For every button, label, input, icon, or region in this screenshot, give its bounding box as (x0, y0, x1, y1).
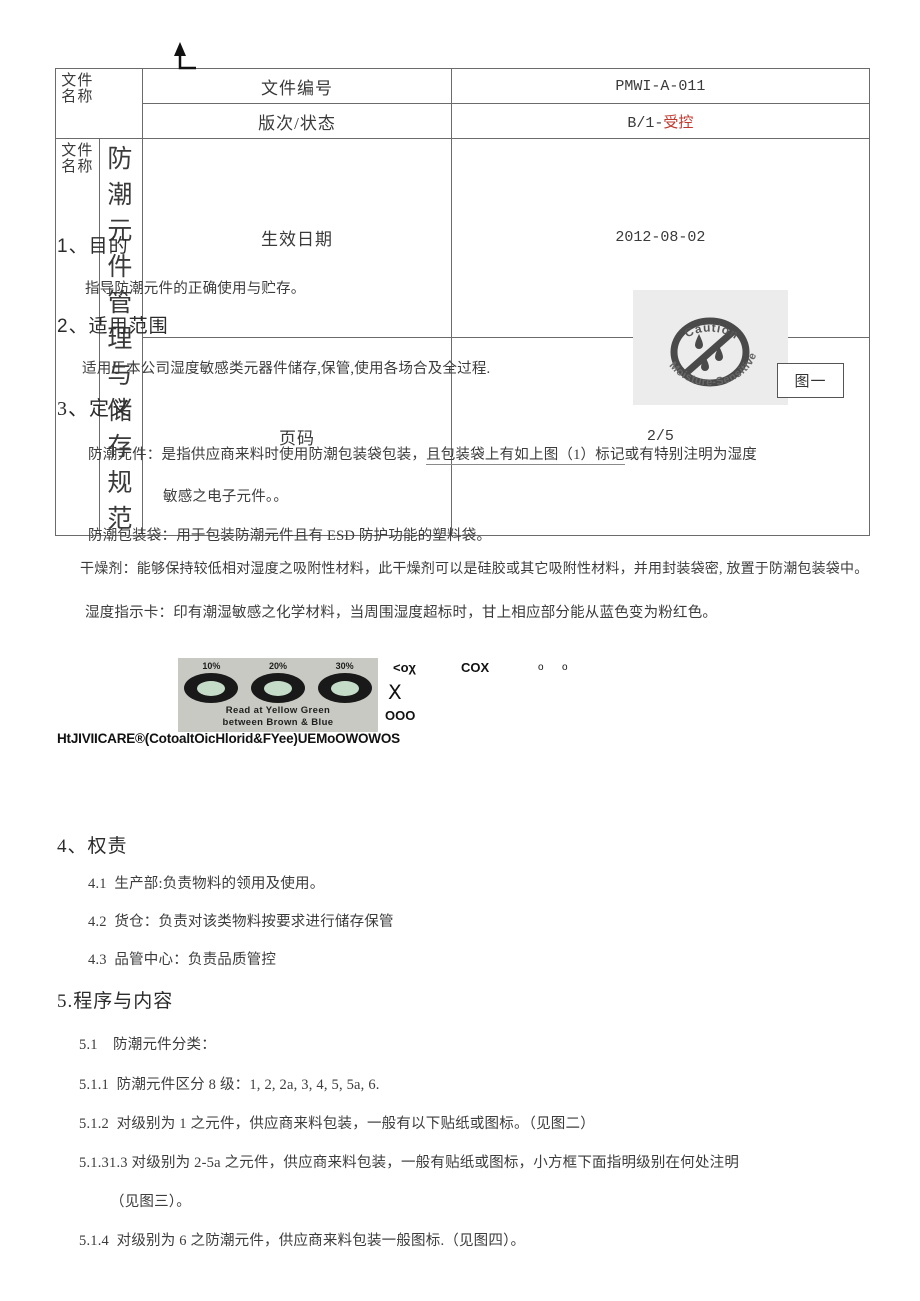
item-5-1-4-number: 5.1.4 (79, 1233, 109, 1249)
section-5-heading: 5.程序与内容 (57, 991, 174, 1012)
section-3-definition-1-line2: 敏感之电子元件。。 (163, 489, 289, 505)
section-2-body: 适用于本公司湿度敏感类元器件储存,保管,使用各场合及全过程. (82, 361, 491, 377)
header-value-version-status: B/1-受控 (450, 103, 871, 139)
header-row-2: 版次/状态 B/1-受控 (56, 103, 871, 139)
item-5-1-4-text: 对级别为 6 之防潮元件，供应商来料包装一般图标.（见图四）。 (116, 1233, 526, 1249)
item-4-1-number: 4.1 (88, 876, 107, 892)
doc-name-col-left-2: 文名 (59, 142, 76, 174)
header-key-doc-number: 文件编号 (142, 68, 452, 104)
section-4-item-3: 4.3 品管中心：负责品质管控 (88, 948, 276, 969)
def1-part-a: 防潮元件：是指供应商来料时使用防潮包装袋包装， (88, 447, 427, 463)
section-5-item-6: 5.1.4 对级别为 6 之防潮元件，供应商来料包装一般图标.（见图四）。 (79, 1229, 525, 1250)
section-1-body: 指导防潮元件的正确使用与贮存。 (85, 281, 306, 297)
section-4-item-2: 4.2 货仓：负责对该类物料按要求进行储存保管 (88, 910, 394, 931)
hic-percent-row: 10% 20% 30% (178, 661, 378, 671)
section-3-definition-4: 湿度指示卡：印有潮湿敏感之化学材料，当周围湿度超标时，甘上相应部分能从蓝色变为粉… (85, 605, 718, 621)
ocr-artifact-glyph-1: <oχ (393, 660, 417, 675)
hic-percent-30: 30% (335, 661, 354, 671)
hic-percent-20: 20% (268, 661, 287, 671)
doc-name-vertical-label: 件称 文名 (54, 68, 144, 139)
item-5-1-2-text: 对级别为 1 之元件，供应商来料包装，一般有以下贴纸或图标。（见图二） (116, 1116, 595, 1132)
header-row-1: 件称 文名 文件编号 PMWI-A-011 (54, 68, 871, 139)
item-4-1-text: 生产部:负责物料的领用及使用。 (114, 876, 325, 892)
item-5-1-text: 防潮元件分类： (113, 1037, 216, 1053)
header-key-effective-date: 生效日期 (142, 138, 452, 338)
item-5-1-number: 5.1 (79, 1037, 98, 1053)
item-4-2-text: 货仓：负责对该类物料按要求进行储存保管 (114, 914, 394, 930)
status-badge: 受控 (663, 114, 694, 132)
hic-percent-10: 10% (202, 661, 221, 671)
hic-instruction-line-2: between Brown & Blue (222, 717, 334, 728)
item-4-3-number: 4.3 (88, 952, 107, 968)
hic-instruction-line-1: Read at Yellow Green (225, 705, 331, 716)
doc-name-col-right: 件称 (75, 72, 92, 104)
ocr-artifact-glyph-4: o (562, 662, 568, 673)
item-4-2-number: 4.2 (88, 914, 107, 930)
hic-dot-10 (184, 673, 239, 703)
ocr-artifact-glyph-3: o (538, 662, 544, 673)
hic-instruction-text: Read at Yellow Green between Brown & Blu… (178, 705, 378, 729)
section-4-item-1: 4.1 生产部:负责物料的领用及使用。 (88, 872, 324, 893)
section-1-heading: 1、目的 (57, 236, 129, 257)
section-3-definition-1: 防潮元件：是指供应商来料时使用防潮包装袋包装，且包装袋上有如上图（1）标记或有特… (88, 443, 757, 465)
section-4-heading: 4、权责 (57, 836, 128, 857)
no-moisture-icon: Caution Moisture-Sensitive (667, 317, 759, 389)
doc-name-col-right-2: 件称 (75, 142, 92, 174)
section-5-item-5: （见图三）。 (110, 1194, 191, 1210)
def1-underlined-part: 且包装袋上有如上图（1）标记 (426, 447, 625, 465)
section-3-definition-3: 干燥剂：能够保持较低相对湿度之吸附性材料，此干燥剂可以是硅胶或其它吸附性材料，并… (80, 562, 869, 577)
item-5-1-3-text: 1.3 对级别为 2-5a 之元件，供应商来料包装，一般有贴纸或图标，小方框下面… (109, 1155, 740, 1171)
hic-indicator-dots (178, 673, 378, 703)
section-5-item-2: 5.1.1 防潮元件区分 8 级：1, 2, 2a, 3, 4, 5, 5a, … (79, 1073, 380, 1094)
item-5-1-3-number: 5.1.3 (79, 1155, 109, 1171)
section-5-item-4: 5.1.31.3 对级别为 2-5a 之元件，供应商来料包装，一般有贴纸或图标，… (79, 1151, 739, 1172)
ocr-artifact-glyph-5: Ⅹ (388, 682, 402, 704)
header-value-doc-number: PMWI-A-011 (450, 68, 871, 104)
hic-caption-ocr-text: HtJIVIICARE®(CotoaltOicHlorid&FYee)UEMoO… (57, 731, 400, 746)
humidity-indicator-card-figure: 10% 20% 30% Read at Yellow Green between… (178, 658, 378, 732)
item-5-1-2-number: 5.1.2 (79, 1116, 109, 1132)
ocr-artifact-glyph-2: COX (461, 660, 490, 675)
item-4-3-text: 品管中心：负责品质管控 (114, 952, 277, 968)
hic-dot-30 (317, 673, 372, 703)
section-5-item-1: 5.1 防潮元件分类： (79, 1033, 216, 1054)
caution-moisture-sensitive-figure: Caution Moisture-Sensitive (633, 290, 788, 405)
version-value: B/1- (627, 114, 664, 132)
def1-part-c: 或有特别注明为湿度 (624, 447, 757, 463)
hic-pointer-arrow-icon (174, 42, 196, 70)
item-5-1-1-text: 防潮元件区分 8 级：1, 2, 2a, 3, 4, 5, 5a, 6. (116, 1077, 380, 1093)
section-3-definition-2: 防潮包装袋：用于包装防潮元件且有 ESD 防护功能的塑料袋。 (88, 528, 492, 544)
section-2-heading: 2、适用范围 (57, 316, 169, 337)
ocr-artifact-glyph-6: OOO (385, 708, 416, 723)
section-3-heading: 3、定义 (57, 398, 131, 420)
doc-name-col-left: 文名 (59, 72, 76, 104)
header-key-version-status: 版次/状态 (142, 103, 452, 139)
item-5-1-1-number: 5.1.1 (79, 1077, 109, 1093)
hic-dot-20 (250, 673, 305, 703)
section-5-item-3: 5.1.2 对级别为 1 之元件，供应商来料包装，一般有以下贴纸或图标。（见图二… (79, 1112, 595, 1133)
figure-one-label-box: 图一 (777, 363, 844, 398)
